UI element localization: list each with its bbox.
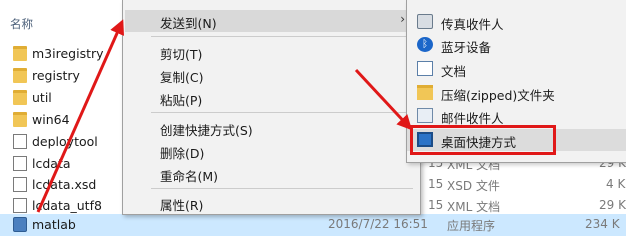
menu-item-properties[interactable]: 属性(R) xyxy=(123,192,420,214)
menu-separator xyxy=(151,36,413,37)
folder-icon xyxy=(13,90,27,105)
file-date: 2016/7/22 16:51 xyxy=(328,217,428,231)
column-header-name[interactable]: 名称 xyxy=(10,16,33,32)
fax-icon xyxy=(417,14,433,29)
menu-item-label: 剪切(T) xyxy=(160,47,203,62)
folder-icon xyxy=(13,112,27,127)
file-name: matlab xyxy=(32,217,76,232)
file-icon xyxy=(13,134,27,149)
file-name: m3iregistry xyxy=(32,46,104,61)
list-item-selected[interactable]: matlab 2016/7/22 16:51 应用程序 234 K xyxy=(0,214,626,236)
menu-item-paste[interactable]: 粘贴(P) xyxy=(123,87,420,109)
submenu-item-label: 传真收件人 xyxy=(441,17,504,32)
menu-separator xyxy=(151,188,413,189)
submenu-item-documents[interactable]: 文档 xyxy=(407,58,626,80)
menu-item-label: 发送到(N) xyxy=(160,16,217,31)
file-type: XSD 文件 xyxy=(447,179,500,193)
file-type: XML 文档 xyxy=(447,200,501,214)
file-size: 234 K xyxy=(585,217,620,231)
menu-item-label: 复制(C) xyxy=(160,70,204,85)
menu-item-send-to[interactable]: 发送到(N) › xyxy=(125,10,417,32)
file-icon xyxy=(13,177,27,192)
submenu-item-label: 蓝牙设备 xyxy=(441,40,492,55)
file-size: 4 K xyxy=(606,177,626,191)
menu-item-delete[interactable]: 删除(D) xyxy=(123,140,420,162)
file-date: 15 xyxy=(428,198,444,212)
file-name: lcdata.xsd xyxy=(32,177,97,192)
application-icon xyxy=(13,217,27,232)
file-icon xyxy=(13,156,27,171)
submenu-item-zip[interactable]: 压缩(zipped)文件夹 xyxy=(407,82,626,104)
menu-item-label: 删除(D) xyxy=(160,146,205,161)
menu-item-label: 属性(R) xyxy=(160,198,204,213)
menu-item-label: 重命名(M) xyxy=(160,169,219,184)
annotation-highlight-box xyxy=(410,125,556,155)
menu-item-cut[interactable]: 剪切(T) xyxy=(123,41,420,63)
menu-item-create-shortcut[interactable]: 创建快捷方式(S) xyxy=(123,117,420,139)
submenu-item-fax[interactable]: 传真收件人 xyxy=(407,11,626,33)
file-size: 29 K xyxy=(599,198,626,212)
chevron-right-icon: › xyxy=(400,12,405,26)
menu-item-rename[interactable]: 重命名(M) xyxy=(123,163,420,185)
file-name: util xyxy=(32,90,52,105)
file-name: deploytool xyxy=(32,134,98,149)
mail-icon xyxy=(417,108,433,123)
file-name: lcdata_utf8 xyxy=(32,198,102,213)
submenu-item-label: 文档 xyxy=(441,64,467,79)
menu-item-label: 粘贴(P) xyxy=(160,93,203,108)
bluetooth-icon: ᛒ xyxy=(417,37,433,52)
file-name: lcdata xyxy=(32,156,71,171)
documents-icon xyxy=(417,61,433,76)
zip-folder-icon xyxy=(417,85,433,100)
file-icon xyxy=(13,198,27,213)
submenu-item-mail[interactable]: 邮件收件人 xyxy=(407,105,626,127)
menu-item-label: 创建快捷方式(S) xyxy=(160,123,253,138)
folder-icon xyxy=(13,46,27,61)
folder-icon xyxy=(13,68,27,83)
menu-item-copy[interactable]: 复制(C) xyxy=(123,64,420,86)
file-name: registry xyxy=(32,68,80,83)
file-type: 应用程序 xyxy=(447,219,496,233)
menu-separator xyxy=(151,112,413,113)
context-menu: 发送到(N) › 剪切(T) 复制(C) 粘贴(P) 创建快捷方式(S) 删除(… xyxy=(122,0,421,215)
submenu-item-label: 压缩(zipped)文件夹 xyxy=(441,88,555,103)
file-name: win64 xyxy=(32,112,70,127)
submenu-item-bluetooth[interactable]: ᛒ 蓝牙设备 xyxy=(407,34,626,56)
file-date: 15 xyxy=(428,177,444,191)
